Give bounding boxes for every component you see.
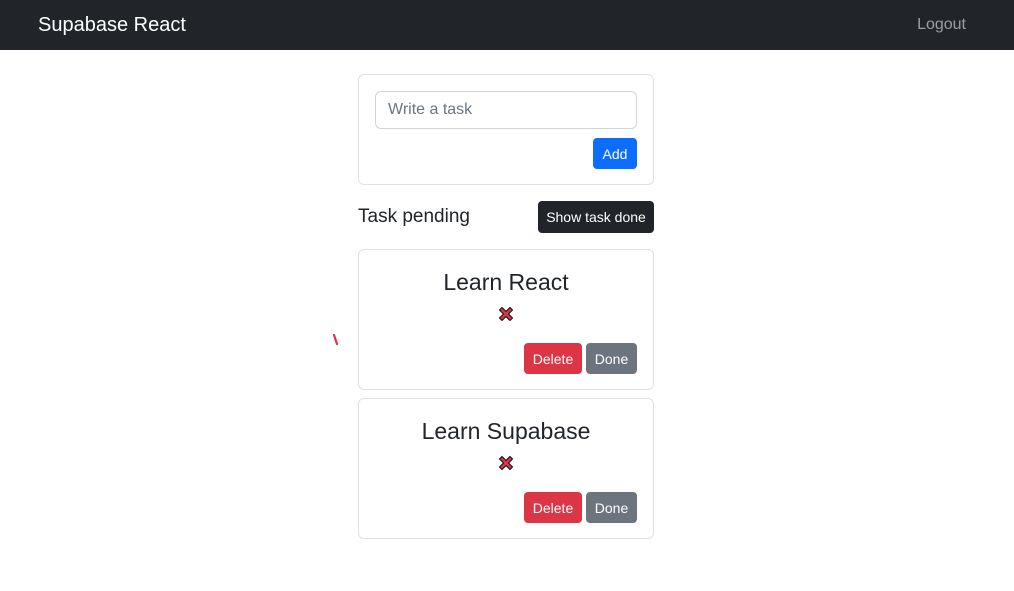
task-card: Learn Supabase Delete Done xyxy=(358,398,654,539)
task-input[interactable] xyxy=(375,91,637,129)
task-title: Learn React xyxy=(443,269,569,295)
add-task-button[interactable]: Add xyxy=(593,138,637,169)
delete-task-button[interactable]: Delete xyxy=(524,343,582,374)
task-card: Learn React Delete Done xyxy=(358,249,654,390)
pending-section-header: Task pending Show task done xyxy=(358,201,654,233)
done-task-button[interactable]: Done xyxy=(586,343,637,374)
cross-mark-icon xyxy=(498,306,514,322)
done-task-button[interactable]: Done xyxy=(586,492,637,523)
logout-link[interactable]: Logout xyxy=(917,16,966,34)
task-list: Learn React Delete Done Learn Supabase D… xyxy=(358,249,654,539)
main-container: Add Task pending Show task done Learn Re… xyxy=(358,74,654,547)
task-actions: Delete Done xyxy=(524,343,637,374)
navbar-brand[interactable]: Supabase React xyxy=(38,15,186,35)
cross-mark-icon xyxy=(498,455,514,471)
task-actions: Delete Done xyxy=(524,492,637,523)
delete-task-button[interactable]: Delete xyxy=(524,492,582,523)
top-navbar: Supabase React Logout xyxy=(0,0,1014,50)
task-title: Learn Supabase xyxy=(421,418,591,444)
show-task-done-button[interactable]: Show task done xyxy=(538,201,654,233)
red-cursor-mark xyxy=(333,334,338,345)
task-form-card: Add xyxy=(358,74,654,185)
section-title: Task pending xyxy=(358,206,470,227)
